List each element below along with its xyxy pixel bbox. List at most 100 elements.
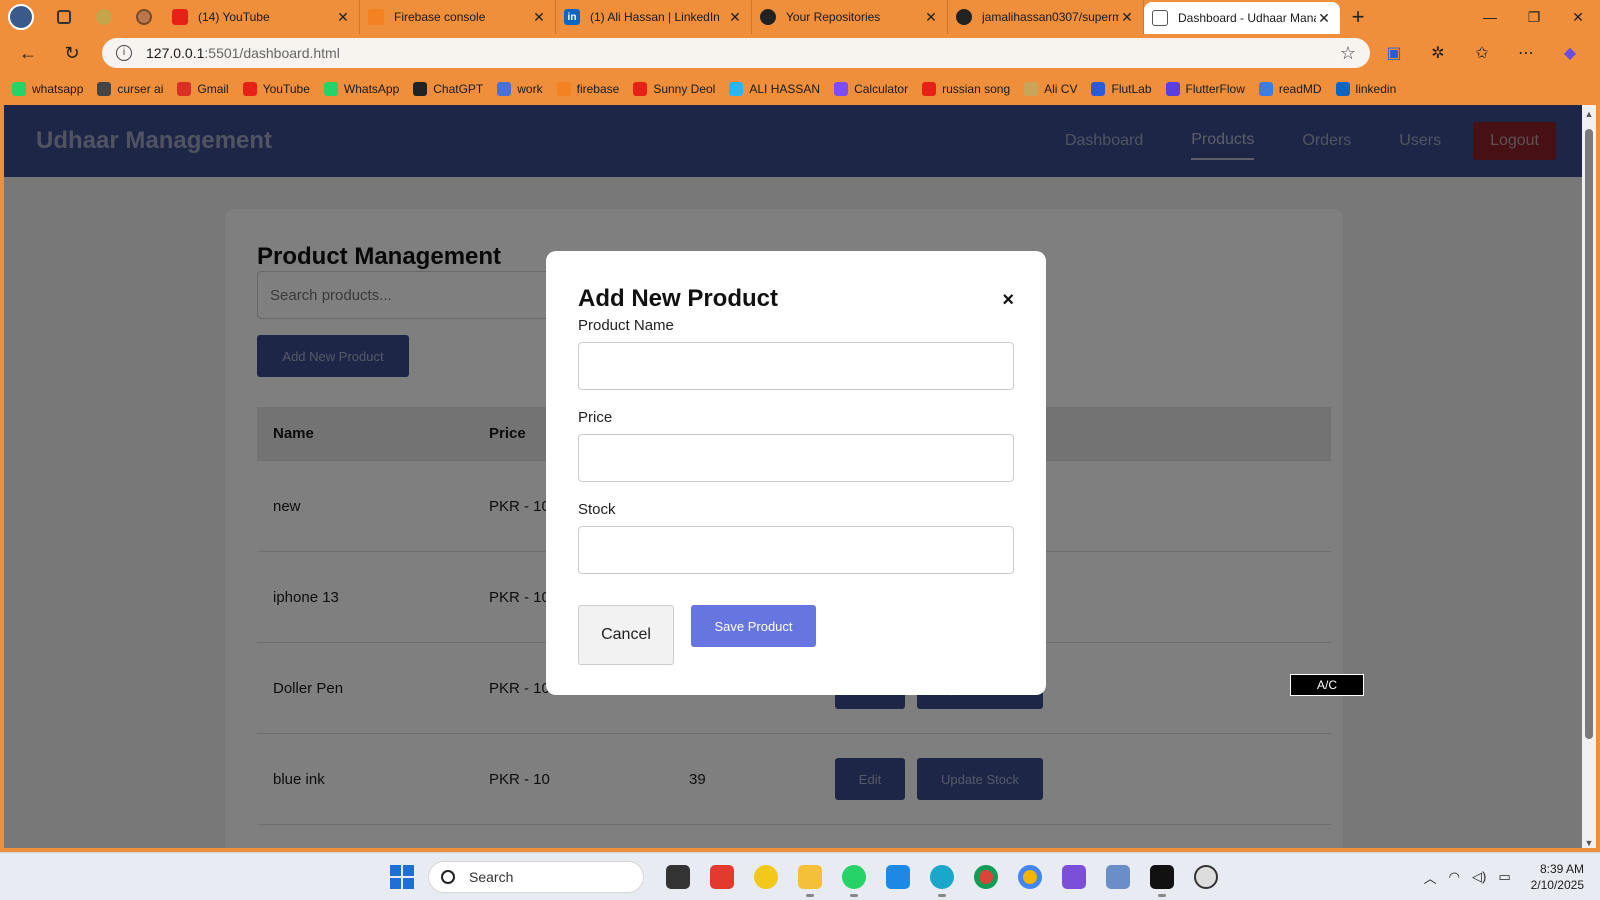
save-product-button[interactable]: Save Product <box>691 605 816 647</box>
capcut-app-icon[interactable] <box>1140 859 1184 897</box>
visual-studio-app-icon[interactable] <box>1052 859 1096 895</box>
minimize-icon[interactable]: — <box>1468 0 1512 34</box>
bookmark-item[interactable]: work <box>497 81 543 96</box>
url-host: 127.0.0.1 <box>146 45 205 61</box>
translate-icon[interactable]: ▣ <box>1372 43 1416 63</box>
product-name-field[interactable] <box>578 342 1014 390</box>
bookmark-item[interactable]: curser ai <box>97 81 163 96</box>
battery-icon[interactable]: ▭ <box>1498 869 1510 885</box>
close-icon[interactable]: ✕ <box>923 9 939 26</box>
tab-title: Your Repositories <box>786 10 881 24</box>
restore-icon[interactable]: ❐ <box>1512 0 1556 34</box>
taskbar-search[interactable]: Search <box>428 861 644 893</box>
wifi-icon[interactable]: ◠ <box>1449 869 1460 885</box>
chrome-dev-app-icon[interactable] <box>1008 859 1052 895</box>
taskbar-search-label: Search <box>469 869 514 885</box>
tab-title: jamalihassan0307/superm <box>982 10 1119 24</box>
site-info-icon[interactable]: i <box>116 45 132 61</box>
browser-tab[interactable]: in (1) Ali Hassan | LinkedIn ✕ <box>556 0 752 34</box>
bookmark-item[interactable]: firebase <box>556 81 619 96</box>
monitor-app-icon[interactable] <box>1096 859 1140 895</box>
close-icon[interactable]: ✕ <box>1316 10 1332 27</box>
workspaces-icon[interactable] <box>44 0 84 34</box>
scroll-thumb[interactable] <box>1585 129 1593 739</box>
bookmark-item[interactable]: russian song <box>922 81 1010 96</box>
bookmark-item[interactable]: ALI HASSAN <box>729 81 821 96</box>
bookmark-label: linkedin <box>1355 81 1397 96</box>
browser-tab[interactable]: Your Repositories ✕ <box>752 0 948 34</box>
scroll-up-icon[interactable]: ▲ <box>1582 109 1596 119</box>
windows-start-icon[interactable] <box>390 865 414 889</box>
bookmark-item[interactable]: FlutterFlow <box>1165 81 1245 96</box>
search-icon <box>441 870 455 884</box>
bookmark-item[interactable]: ChatGPT <box>413 81 483 96</box>
close-icon[interactable]: ✕ <box>531 9 547 26</box>
toolbar-right: ▣ ✲ ✩ ⋯ ◆ <box>1372 34 1592 72</box>
stock-field[interactable] <box>578 526 1014 574</box>
bookmark-label: WhatsApp <box>343 81 400 96</box>
whatsapp-app-icon[interactable] <box>832 859 876 897</box>
clock-app-icon[interactable] <box>1184 859 1228 895</box>
bookmark-item[interactable]: Ali CV <box>1024 81 1077 96</box>
close-icon[interactable]: ✕ <box>727 9 743 26</box>
page-scrollbar[interactable]: ▲ ▼ <box>1582 105 1596 852</box>
bookmark-icon <box>834 81 849 96</box>
vscode-app-icon[interactable] <box>876 859 920 895</box>
address-bar-row: ← ↻ i 127.0.0.1:5501/dashboard.html ☆ ▣ … <box>0 34 1600 72</box>
file-explorer-icon[interactable] <box>788 859 832 897</box>
bookmark-item[interactable]: Gmail <box>177 81 229 96</box>
pen-app-icon[interactable] <box>744 859 788 895</box>
bookmark-item[interactable]: YouTube <box>242 81 310 96</box>
price-field[interactable] <box>578 434 1014 482</box>
chrome-app-icon[interactable] <box>964 859 1008 895</box>
bookmark-item[interactable]: WhatsApp <box>323 81 400 96</box>
anydesk-app-icon[interactable] <box>700 859 744 895</box>
modal-title: Add New Product <box>578 285 779 312</box>
terminal-app-icon[interactable] <box>656 859 700 895</box>
new-tab-button[interactable]: + <box>1340 4 1376 30</box>
bookmark-label: Calculator <box>854 81 909 96</box>
tab-title: (1) Ali Hassan | LinkedIn <box>590 10 720 24</box>
bookmark-label: ALI HASSAN <box>749 81 821 96</box>
back-icon[interactable]: ← <box>10 35 46 71</box>
close-icon[interactable]: ✕ <box>1119 9 1135 26</box>
url-field[interactable]: i 127.0.0.1:5501/dashboard.html ☆ <box>102 38 1370 68</box>
volume-icon[interactable]: ◁) <box>1472 869 1486 885</box>
edge-app-icon[interactable] <box>920 859 964 897</box>
browser-tab-active[interactable]: Dashboard - Udhaar Mana ✕ <box>1144 2 1340 34</box>
bookmark-icon <box>413 81 428 96</box>
tab-title: Firebase console <box>394 10 486 24</box>
bookmark-item[interactable]: linkedin <box>1335 81 1397 96</box>
scroll-down-icon[interactable]: ▼ <box>1582 838 1596 848</box>
close-window-icon[interactable]: ✕ <box>1556 0 1600 34</box>
bookmark-item[interactable]: FlutLab <box>1091 81 1152 96</box>
bookmark-item[interactable]: Sunny Deol <box>633 81 715 96</box>
favorite-star-icon[interactable]: ☆ <box>1340 43 1356 64</box>
profile-avatar[interactable] <box>8 4 34 30</box>
bookmark-icon <box>242 81 257 96</box>
more-icon[interactable]: ⋯ <box>1504 43 1548 63</box>
bookmark-label: FlutLab <box>1111 81 1152 96</box>
browser-tab[interactable]: (14) YouTube ✕ <box>164 0 360 34</box>
github-icon <box>956 9 972 25</box>
bookmark-icon <box>497 81 512 96</box>
close-icon[interactable]: × <box>1002 289 1014 312</box>
bookmark-item[interactable]: whatsapp <box>12 81 83 96</box>
bookmark-icon <box>12 81 26 96</box>
copilot-icon[interactable]: ◆ <box>1548 43 1592 63</box>
linkedin-icon: in <box>564 9 580 25</box>
bookmark-item[interactable]: Calculator <box>834 81 909 96</box>
chevron-up-icon[interactable]: ︿ <box>1424 868 1437 887</box>
close-icon[interactable]: ✕ <box>335 9 351 26</box>
pinned-tab[interactable] <box>124 0 164 34</box>
cancel-button[interactable]: Cancel <box>578 605 674 665</box>
extensions-icon[interactable]: ✲ <box>1416 43 1460 63</box>
add-product-modal: Add New Product × Product Name Price Sto… <box>546 251 1046 695</box>
refresh-icon[interactable]: ↻ <box>54 35 90 71</box>
favorites-icon[interactable]: ✩ <box>1460 43 1504 63</box>
browser-tab[interactable]: Firebase console ✕ <box>360 0 556 34</box>
bookmark-item[interactable]: readMD <box>1258 81 1322 96</box>
browser-tab[interactable]: jamalihassan0307/superm ✕ <box>948 0 1144 34</box>
clock[interactable]: 8:39 AM 2/10/2025 <box>1531 861 1584 893</box>
pinned-tab[interactable] <box>84 0 124 34</box>
